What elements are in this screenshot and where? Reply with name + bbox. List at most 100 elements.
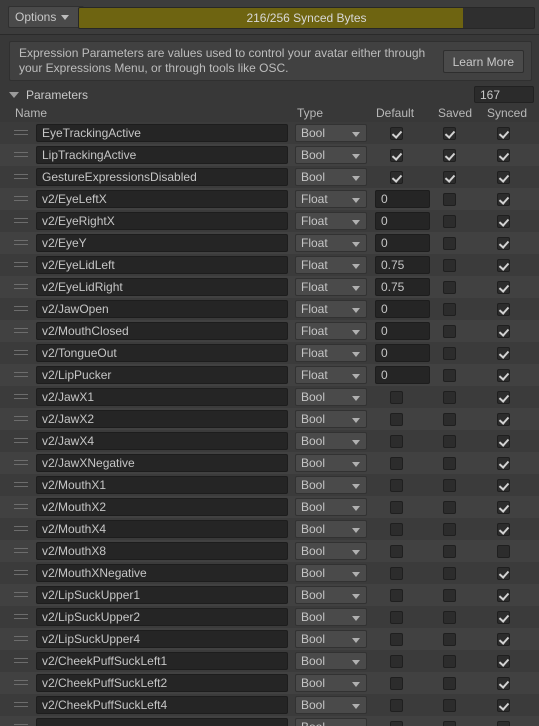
parameter-synced-checkbox[interactable] [497,347,510,360]
table-row[interactable]: v2/CheekPuffSuckLeft1 Bool [0,650,539,672]
parameter-type-dropdown[interactable]: Bool [295,146,367,164]
parameter-name-input[interactable]: v2/LipSuckUpper4 [36,630,288,648]
table-row[interactable]: v2/EyeLeftX Float 0 [0,188,539,210]
parameter-saved-checkbox[interactable] [443,391,456,404]
parameter-synced-checkbox[interactable] [497,567,510,580]
parameter-type-dropdown[interactable]: Bool [295,388,367,406]
table-row[interactable]: v2/MouthX2 Bool [0,496,539,518]
drag-handle-icon[interactable] [14,394,28,400]
parameter-saved-checkbox[interactable] [443,523,456,536]
parameter-default-checkbox[interactable] [390,589,403,602]
table-row[interactable]: v2/LipPucker Float 0 [0,364,539,386]
table-row[interactable]: v2/MouthClosed Float 0 [0,320,539,342]
parameter-default-checkbox[interactable] [390,567,403,580]
parameter-name-input[interactable]: v2/JawX1 [36,388,288,406]
drag-handle-icon[interactable] [14,548,28,554]
parameter-default-checkbox[interactable] [390,677,403,690]
parameter-saved-checkbox[interactable] [443,655,456,668]
parameter-type-dropdown[interactable]: Bool [295,674,367,692]
parameter-synced-checkbox[interactable] [497,369,510,382]
parameter-name-input[interactable]: v2/EyeLidRight [36,278,288,296]
parameter-saved-checkbox[interactable] [443,501,456,514]
parameter-synced-checkbox[interactable] [497,457,510,470]
parameter-type-dropdown[interactable]: Float [295,366,367,384]
parameter-name-input[interactable]: v2/JawX2 [36,410,288,428]
table-row[interactable]: v2/EyeY Float 0 [0,232,539,254]
parameter-default-checkbox[interactable] [390,171,403,184]
parameter-saved-checkbox[interactable] [443,413,456,426]
drag-handle-icon[interactable] [14,196,28,202]
table-row[interactable]: v2/LipSuckUpper4 Bool [0,628,539,650]
drag-handle-icon[interactable] [14,372,28,378]
parameter-default-value-input[interactable]: 0.75 [375,256,430,274]
table-row[interactable]: v2/MouthX4 Bool [0,518,539,540]
table-row[interactable]: v2/LipSuckUpper1 Bool [0,584,539,606]
parameter-default-checkbox[interactable] [390,655,403,668]
parameters-foldout[interactable]: Parameters 167 [0,85,539,104]
parameter-name-input[interactable]: v2/MouthX4 [36,520,288,538]
parameter-type-dropdown[interactable]: Bool [295,454,367,472]
parameter-default-checkbox[interactable] [390,501,403,514]
parameter-type-dropdown[interactable]: Float [295,190,367,208]
parameter-default-checkbox[interactable] [390,413,403,426]
drag-handle-icon[interactable] [14,636,28,642]
parameter-synced-checkbox[interactable] [497,611,510,624]
parameter-saved-checkbox[interactable] [443,545,456,558]
parameter-synced-checkbox[interactable] [497,127,510,140]
parameter-default-value-input[interactable]: 0 [375,190,430,208]
parameter-name-input[interactable]: v2/EyeLeftX [36,190,288,208]
parameter-name-input[interactable]: v2/CheekPuffSuckLeft4 [36,696,288,714]
parameter-default-checkbox[interactable] [390,391,403,404]
parameter-default-checkbox[interactable] [390,479,403,492]
parameter-name-input[interactable]: v2/CheekPuffSuckLeft1 [36,652,288,670]
drag-handle-icon[interactable] [14,614,28,620]
parameter-synced-checkbox[interactable] [497,237,510,250]
parameter-name-input[interactable]: v2/MouthClosed [36,322,288,340]
parameter-name-input[interactable]: v2/CheekPuffSuckLeft2 [36,674,288,692]
drag-handle-icon[interactable] [14,504,28,510]
parameter-type-dropdown[interactable]: Float [295,256,367,274]
parameter-saved-checkbox[interactable] [443,369,456,382]
parameter-name-input[interactable]: v2/MouthXNegative [36,564,288,582]
table-row[interactable]: v2/JawX1 Bool [0,386,539,408]
parameter-saved-checkbox[interactable] [443,215,456,228]
parameter-default-checkbox[interactable] [390,523,403,536]
drag-handle-icon[interactable] [14,306,28,312]
parameter-synced-checkbox[interactable] [497,721,510,726]
parameter-default-checkbox[interactable] [390,633,403,646]
parameter-type-dropdown[interactable]: Bool [295,168,367,186]
drag-handle-icon[interactable] [14,680,28,686]
parameter-saved-checkbox[interactable] [443,237,456,250]
drag-handle-icon[interactable] [14,174,28,180]
parameter-default-checkbox[interactable] [390,457,403,470]
parameter-synced-checkbox[interactable] [497,545,510,558]
parameter-saved-checkbox[interactable] [443,457,456,470]
parameter-type-dropdown[interactable]: Bool [295,652,367,670]
parameter-name-input[interactable]: v2/TongueOut [36,344,288,362]
parameter-saved-checkbox[interactable] [443,281,456,294]
parameter-synced-checkbox[interactable] [497,281,510,294]
table-row[interactable]: EyeTrackingActive Bool [0,122,539,144]
parameter-saved-checkbox[interactable] [443,303,456,316]
parameter-saved-checkbox[interactable] [443,721,456,726]
drag-handle-icon[interactable] [14,284,28,290]
parameter-name-input[interactable]: v2/JawOpen [36,300,288,318]
parameter-name-input[interactable]: v2/EyeY [36,234,288,252]
parameter-name-input[interactable]: v2/MouthX8 [36,542,288,560]
drag-handle-icon[interactable] [14,460,28,466]
parameter-type-dropdown[interactable]: Float [295,344,367,362]
parameter-synced-checkbox[interactable] [497,589,510,602]
parameter-synced-checkbox[interactable] [497,215,510,228]
parameter-default-value-input[interactable]: 0.75 [375,278,430,296]
parameter-name-input[interactable]: v2/LipSuckUpper2 [36,608,288,626]
parameter-default-value-input[interactable]: 0 [375,344,430,362]
drag-handle-icon[interactable] [14,482,28,488]
parameter-synced-checkbox[interactable] [497,259,510,272]
parameter-name-input[interactable]: GestureExpressionsDisabled [36,168,288,186]
parameter-saved-checkbox[interactable] [443,347,456,360]
parameter-default-checkbox[interactable] [390,611,403,624]
parameter-name-input[interactable]: EyeTrackingActive [36,124,288,142]
parameter-default-value-input[interactable]: 0 [375,212,430,230]
parameter-saved-checkbox[interactable] [443,611,456,624]
table-row[interactable]: v2/MouthXNegative Bool [0,562,539,584]
